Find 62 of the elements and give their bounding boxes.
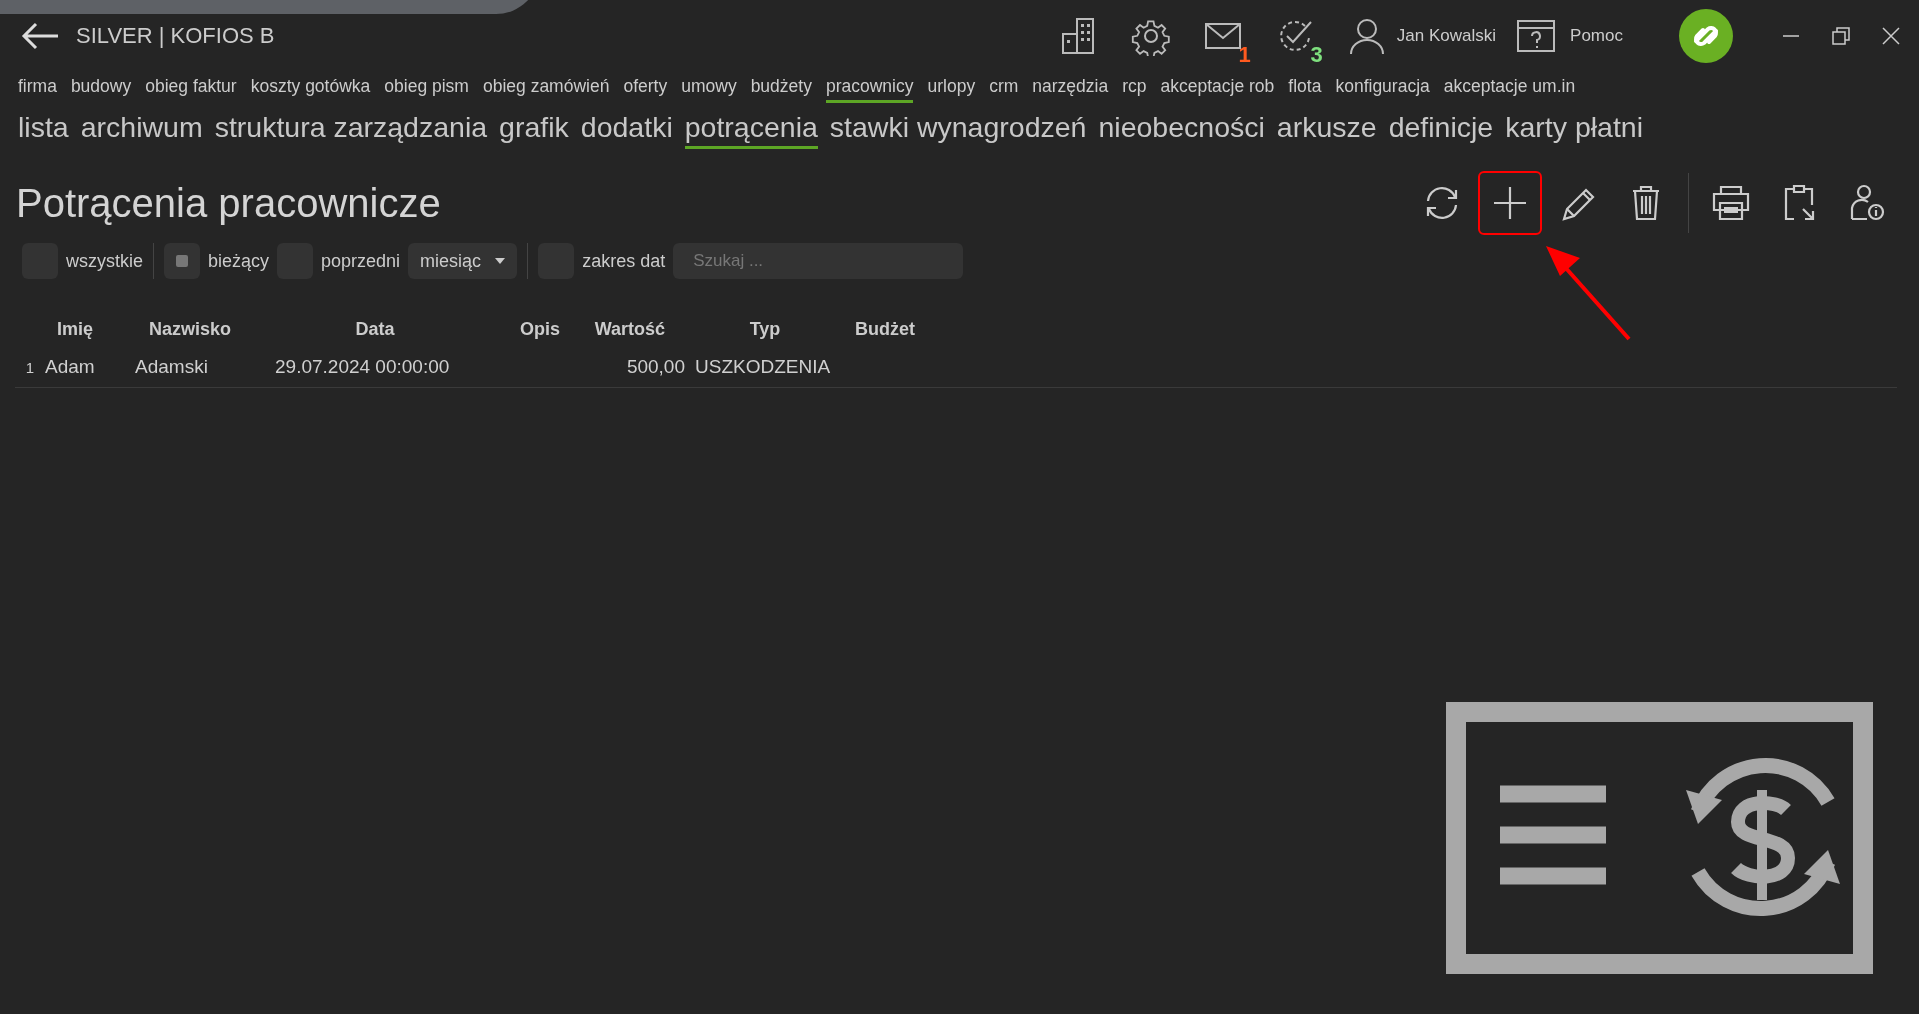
column-header[interactable]: Nazwisko	[135, 318, 245, 340]
checkbox-label: zakres dat	[582, 250, 666, 272]
main-menu-item[interactable]: akceptacje um.in	[1443, 76, 1576, 103]
main-menu-item[interactable]: firma	[18, 76, 57, 103]
checkbox-label: poprzedni	[321, 250, 401, 272]
main-menu-item[interactable]: obieg zamówień	[482, 76, 610, 103]
help-window-icon[interactable]	[1516, 18, 1557, 54]
sub-menu-tab[interactable]: lista	[18, 111, 69, 149]
main-menu-item[interactable]: flota	[1288, 76, 1322, 103]
table-cell: USZKODZENIA	[695, 356, 831, 377]
sub-menu-tab[interactable]: arkusze	[1276, 111, 1377, 149]
main-menu-item[interactable]: rcp	[1122, 76, 1147, 103]
add-button[interactable]	[1478, 171, 1542, 235]
sub-menu-tab[interactable]: nieobecności	[1098, 111, 1265, 149]
main-menu-item[interactable]: crm	[989, 76, 1019, 103]
main-menu-item[interactable]: akceptacje rob	[1160, 76, 1275, 103]
main-menu-item[interactable]: obieg faktur	[145, 76, 237, 103]
search-field[interactable]: Szukaj ...	[673, 243, 964, 279]
table-cell: Adamski	[135, 356, 208, 377]
window-title: SILVER | KOFIOS B	[76, 23, 275, 49]
main-menu-item[interactable]: konfiguracja	[1335, 76, 1430, 103]
main-menu-item[interactable]: budowy	[70, 76, 132, 103]
caret-icon	[495, 258, 506, 264]
main-menu-item[interactable]: pracownicy	[825, 76, 914, 103]
column-header[interactable]: Typ	[685, 318, 825, 340]
sub-menu-tab[interactable]: potrącenia	[684, 111, 818, 149]
main-menu-item[interactable]: koszty gotówka	[250, 76, 371, 103]
close-icon[interactable]	[1881, 26, 1901, 46]
column-header[interactable]: Budżet	[855, 318, 955, 340]
page-title: Potrącenia pracownicze	[16, 180, 442, 226]
column-header[interactable]: Imię	[45, 318, 105, 340]
main-menu-item[interactable]: budżety	[750, 76, 812, 103]
main-menu-item[interactable]: narzędzia	[1032, 76, 1109, 103]
column-header[interactable]: Wartość	[575, 318, 665, 340]
user-name[interactable]: Jan Kowalski	[1396, 26, 1497, 46]
main-menu-item[interactable]: obieg pism	[384, 76, 469, 103]
checkbox-label: wszystkie	[66, 250, 143, 272]
main-menu-item[interactable]: oferty	[623, 76, 668, 103]
table-cell: 29.07.2024 00:00:00	[275, 356, 450, 377]
help-link[interactable]: Pomoc	[1570, 26, 1623, 46]
notification-count: 3	[1310, 42, 1323, 68]
back-arrow-icon[interactable]	[20, 21, 60, 51]
sub-menu-tab[interactable]: definicje	[1388, 111, 1494, 149]
table-cell: 500,00	[626, 356, 685, 377]
column-header[interactable]: Data	[275, 318, 475, 340]
row-number: 1	[24, 358, 36, 376]
restore-icon[interactable]	[1831, 26, 1851, 46]
sub-menu-tab[interactable]: stawki wynagrodzeń	[829, 111, 1087, 149]
main-menu-item[interactable]: umowy	[681, 76, 737, 103]
main-menu-item[interactable]: urlopy	[927, 76, 976, 103]
notification-count: 1	[1238, 42, 1251, 68]
sub-menu-tab[interactable]: archiwum	[80, 111, 203, 149]
filter-checkbox[interactable]	[164, 243, 200, 279]
column-header[interactable]: Opis	[505, 318, 575, 340]
checkbox-label: bieżący	[208, 250, 270, 272]
sub-menu-tab[interactable]: dodatki	[580, 111, 673, 149]
sub-menu-tab[interactable]: karty płatni	[1505, 111, 1643, 149]
sub-menu-tab[interactable]: struktura zarządzania	[214, 111, 488, 149]
table-cell: Adam	[45, 356, 95, 377]
period-dropdown[interactable]: miesiąc	[408, 243, 518, 279]
app-logo-icon	[1679, 9, 1733, 63]
sub-menu-tab[interactable]: grafik	[499, 111, 569, 149]
